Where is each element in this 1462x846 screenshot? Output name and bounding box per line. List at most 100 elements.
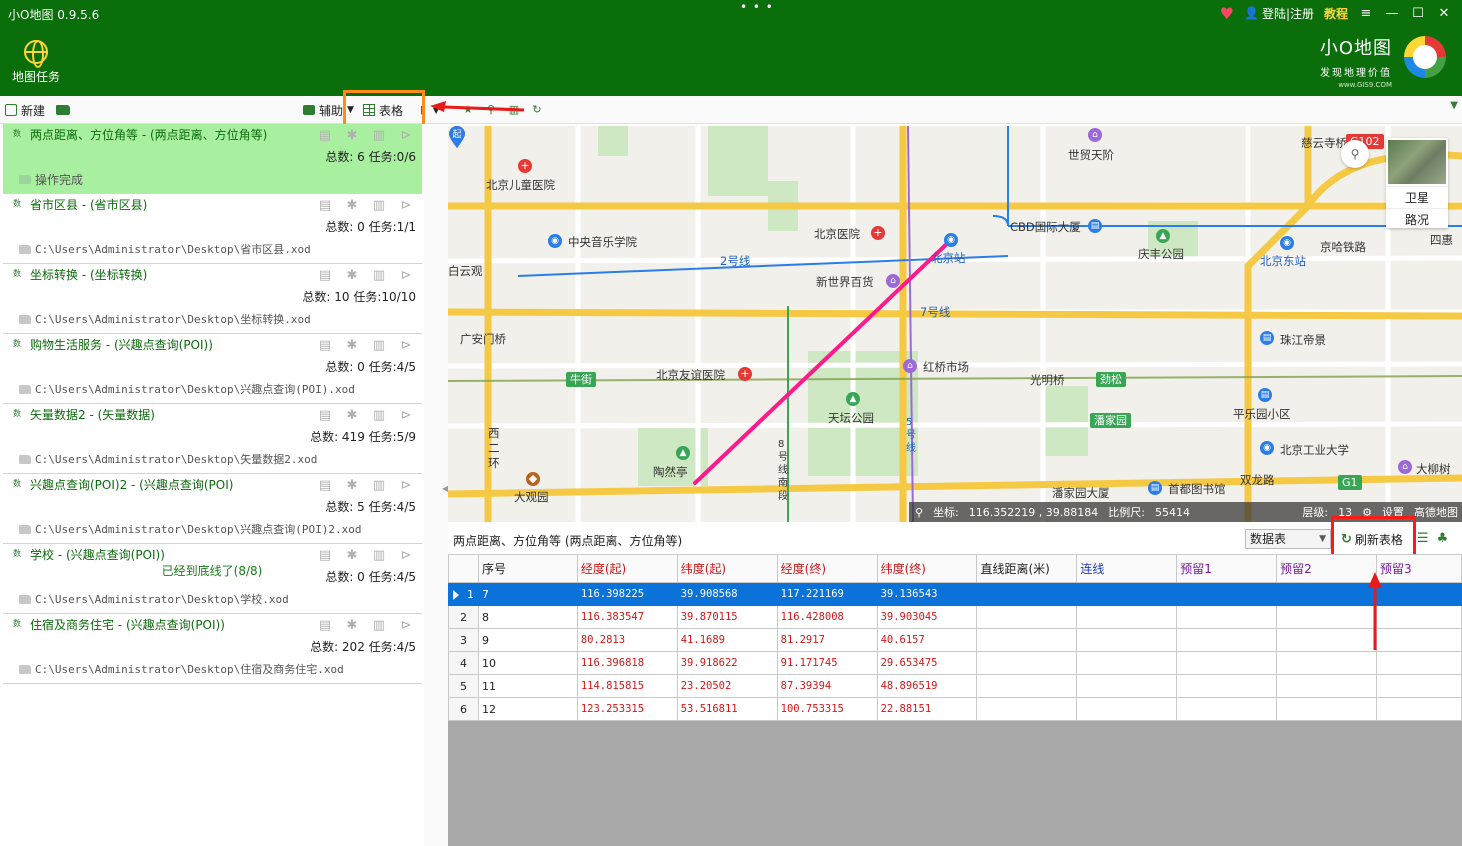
table-cell[interactable] — [976, 605, 1078, 629]
table-cell[interactable]: 39.870115 — [676, 605, 778, 629]
save-icon[interactable]: ▤ — [317, 338, 333, 353]
task-item[interactable]: 数省市区县 - (省市区县) ▤ ✱ ▥ ⊳ 总数: 0 任务:1/1 C:\Users\A… — [3, 194, 422, 264]
table-row[interactable]: 2 8 116.383547 39.870115 116.428008 39.903045 — [448, 605, 1462, 629]
table-cell[interactable]: 91.171745 — [776, 651, 878, 675]
table-cell[interactable]: 116.396818 — [576, 651, 678, 675]
settings-icon[interactable]: ✱ — [344, 408, 360, 423]
table-cell[interactable]: 80.2813 — [576, 628, 678, 652]
row-header[interactable]: 2 — [448, 605, 479, 629]
table-cell[interactable] — [976, 628, 1078, 652]
tutorial-link[interactable]: 教程 — [1324, 5, 1348, 22]
table-cell[interactable] — [1076, 582, 1178, 606]
table-cell[interactable] — [976, 697, 1078, 721]
map-provider[interactable]: 高德地图 — [1414, 504, 1462, 520]
satellite-thumbnail[interactable] — [1388, 140, 1446, 184]
task-title[interactable]: 购物生活服务 - (兴趣点查询(POI)) — [30, 336, 330, 353]
close-icon[interactable]: ✕ — [1436, 6, 1452, 21]
table-cell[interactable] — [1176, 674, 1278, 698]
row-header[interactable]: 5 — [448, 674, 479, 698]
play-icon[interactable]: ⊳ — [398, 128, 414, 143]
map-search-button[interactable]: ⚲ — [1341, 140, 1369, 168]
save-icon[interactable]: ▤ — [317, 198, 333, 213]
table-cell[interactable] — [1375, 628, 1462, 652]
table-cell[interactable]: 11 — [477, 674, 578, 698]
settings-icon[interactable]: ✱ — [344, 618, 360, 633]
task-title[interactable]: 两点距离、方位角等 - (两点距离、方位角等) — [30, 126, 330, 143]
table-cell[interactable]: 29.653475 — [876, 651, 978, 675]
minimize-icon[interactable]: — — [1384, 6, 1400, 21]
table-cell[interactable]: 39.908568 — [676, 582, 778, 606]
play-icon[interactable]: ⊳ — [398, 478, 414, 493]
table-cell[interactable]: 53.516811 — [676, 697, 778, 721]
login-link[interactable]: 👤 登陆|注册 — [1244, 5, 1314, 22]
data-source-select[interactable]: 数据表 ▼ — [1245, 529, 1331, 549]
settings-icon[interactable]: ✱ — [344, 478, 360, 493]
map-type-satellite[interactable]: 卫星 — [1386, 186, 1448, 208]
save-icon[interactable]: ▤ — [317, 548, 333, 563]
column-header[interactable]: 纬度(终) — [876, 554, 978, 583]
table-cell[interactable] — [1176, 582, 1278, 606]
table-cell[interactable]: 123.253315 — [576, 697, 678, 721]
maximize-icon[interactable]: ☐ — [1410, 6, 1426, 21]
table-cell[interactable]: 22.88151 — [876, 697, 978, 721]
table-cell[interactable] — [1276, 582, 1377, 606]
chart-icon[interactable]: ▥ — [371, 268, 387, 283]
table-cell[interactable] — [976, 651, 1078, 675]
task-item[interactable]: 数矢量数据2 - (矢量数据) ▤ ✱ ▥ ⊳ 总数: 419 任务:5/9 C:\User… — [3, 404, 422, 474]
table-cell[interactable]: 12 — [477, 697, 578, 721]
list-icon[interactable]: ☰ — [1417, 531, 1429, 546]
table-cell[interactable]: 117.221169 — [776, 582, 878, 606]
start-marker[interactable]: 起 — [448, 126, 466, 148]
settings-icon[interactable]: ✱ — [344, 128, 360, 143]
table-cell[interactable]: 116.398225 — [576, 582, 678, 606]
table-cell[interactable]: 23.20502 — [676, 674, 778, 698]
settings-icon[interactable]: ✱ — [344, 338, 360, 353]
table-cell[interactable] — [1375, 697, 1462, 721]
play-icon[interactable]: ⊳ — [398, 198, 414, 213]
table-cell[interactable] — [1276, 651, 1377, 675]
column-header[interactable]: 直线距离(米) — [976, 554, 1078, 583]
table-cell[interactable]: 40.6157 — [876, 628, 978, 652]
play-icon[interactable]: ⊳ — [398, 408, 414, 423]
play-icon[interactable]: ⊳ — [398, 338, 414, 353]
table-cell[interactable]: 8 — [477, 605, 578, 629]
table-cell[interactable] — [1176, 651, 1278, 675]
table-cell[interactable]: 9 — [477, 628, 578, 652]
task-title[interactable]: 矢量数据2 - (矢量数据) — [30, 406, 330, 423]
task-title[interactable]: 兴趣点查询(POI)2 - (兴趣点查询(POI) — [30, 476, 330, 493]
table-cell[interactable] — [1375, 605, 1462, 629]
table-row[interactable]: 4 10 116.396818 39.918622 91.171745 29.653475 — [448, 651, 1462, 675]
map-view[interactable]: + 北京儿童医院 ⌂ 世贸天阶 慈云寺桥 ◉ 中央音乐学院 北京医院 + CBD… — [448, 126, 1462, 522]
chart-icon[interactable]: ▥ — [371, 478, 387, 493]
row-header[interactable]: 4 — [448, 651, 479, 675]
chart-icon[interactable]: ▥ — [371, 548, 387, 563]
task-title[interactable]: 省市区县 - (省市区县) — [30, 196, 330, 213]
play-icon[interactable]: ⊳ — [398, 268, 414, 283]
menu-icon[interactable]: ≡ — [1358, 6, 1374, 21]
column-header[interactable]: 预留1 — [1176, 554, 1278, 583]
map-task-button[interactable]: 地图任务 — [8, 40, 64, 85]
column-header[interactable]: 经度(起) — [576, 554, 678, 583]
task-item[interactable]: 数住宿及商务住宅 - (兴趣点查询(POI)) ▤ ✱ ▥ ⊳ 总数: 202 任务:4/… — [3, 614, 422, 684]
row-header[interactable]: 1 — [448, 582, 479, 606]
task-title[interactable]: 住宿及商务住宅 - (兴趣点查询(POI)) — [30, 616, 330, 633]
column-header[interactable]: 序号 — [477, 554, 578, 583]
column-header[interactable]: 连线 — [1076, 554, 1178, 583]
table-cell[interactable] — [1076, 651, 1178, 675]
task-item[interactable]: 数坐标转换 - (坐标转换) ▤ ✱ ▥ ⊳ 总数: 10 任务:10/10 C:\User… — [3, 264, 422, 334]
collapse-chevron-icon[interactable]: ▼ — [1450, 100, 1458, 111]
chart-icon[interactable]: ▥ — [371, 618, 387, 633]
table-cell[interactable] — [1076, 697, 1178, 721]
map-type-traffic[interactable]: 路况 — [1386, 208, 1448, 230]
table-cell[interactable]: 48.896519 — [876, 674, 978, 698]
table-cell[interactable]: 100.753315 — [776, 697, 878, 721]
save-icon[interactable]: ▤ — [317, 618, 333, 633]
table-row[interactable]: 3 9 80.2813 41.1689 81.2917 40.6157 — [448, 628, 1462, 652]
save-icon[interactable]: ▤ — [317, 408, 333, 423]
settings-icon[interactable]: ✱ — [344, 548, 360, 563]
chart-icon[interactable]: ▥ — [371, 128, 387, 143]
task-item[interactable]: 数两点距离、方位角等 - (两点距离、方位角等) ▤ ✱ ▥ ⊳ 总数: 6 任务:0/6… — [3, 124, 422, 194]
column-header[interactable]: 预留2 — [1276, 554, 1377, 583]
task-title[interactable]: 学校 - (兴趣点查询(POI)) — [30, 546, 330, 563]
row-header[interactable]: 3 — [448, 628, 479, 652]
